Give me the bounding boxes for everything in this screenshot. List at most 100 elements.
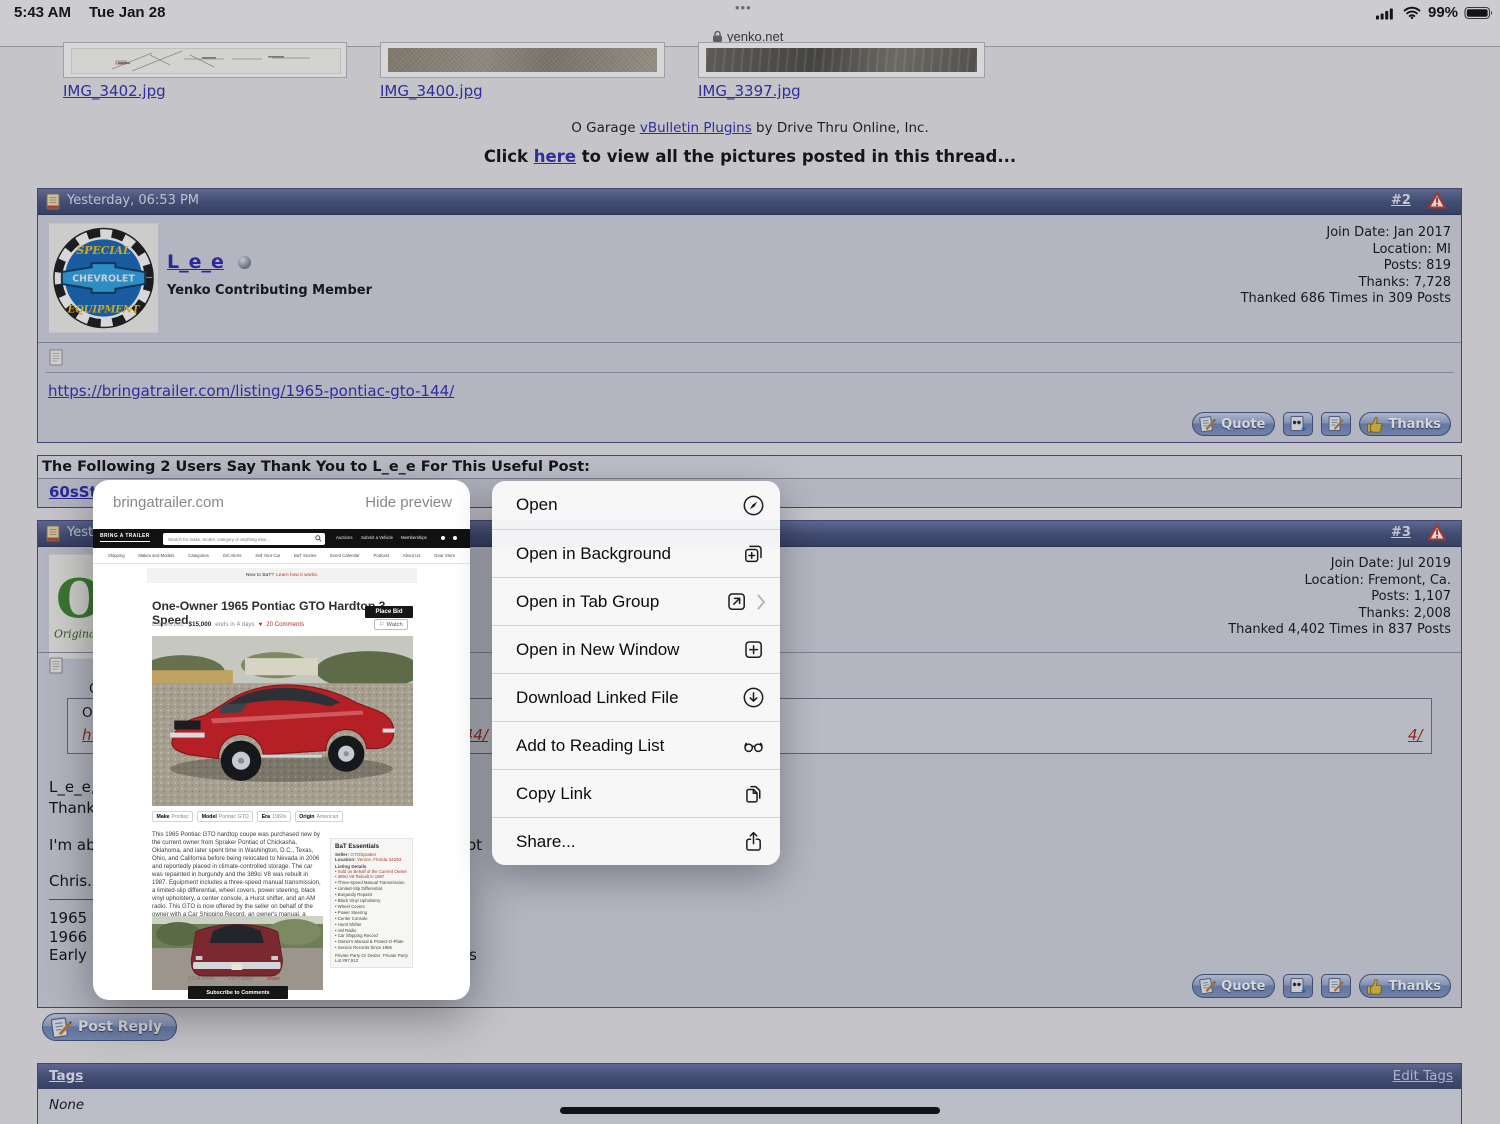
report-post-icon[interactable] <box>1428 192 1446 209</box>
menu-item-open-in-tab-group[interactable]: Open in Tab Group <box>492 577 780 625</box>
compass-icon <box>741 493 766 518</box>
tags-section: Tags Edit Tags None <box>37 1063 1462 1124</box>
bat-header-link: Submit a Vehicle <box>361 535 393 540</box>
post-timestamp: Yesterday, 06:53 PM <box>67 193 199 208</box>
quote-button[interactable]: Quote <box>1192 412 1275 436</box>
vbulletin-plugins-link[interactable]: vBulletin Plugins <box>640 120 752 136</box>
bat-header-link: Memberships <box>401 535 427 540</box>
report-post-icon[interactable] <box>1428 524 1446 541</box>
bat-place-bid-button: Place Bid <box>365 606 413 618</box>
hide-preview-button[interactable]: Hide preview <box>365 494 452 511</box>
quote-pen-icon <box>1198 977 1218 995</box>
menu-item-add-to-reading-list[interactable]: Add to Reading List <box>492 721 780 769</box>
plus-square-icon <box>741 637 766 662</box>
chevron-right-icon <box>757 594 766 610</box>
thumbs-up-icon <box>1365 415 1385 434</box>
divider <box>46 372 1454 373</box>
attachment-image-blueprint <box>71 48 341 74</box>
bat-subscribe-button: Subscribe to Comments <box>188 986 288 999</box>
bat-header-bar: BRING A TRAILER Auctions Submit a Vehicl… <box>93 529 470 548</box>
bat-header-link: Auctions <box>336 535 352 540</box>
signature-text: Early ( <box>49 946 98 964</box>
quote-button[interactable]: Quote <box>1192 974 1275 998</box>
multiquote-button[interactable] <box>1283 412 1313 436</box>
search-icon <box>315 535 322 542</box>
menu-item-open[interactable]: Open <box>492 481 780 529</box>
quick-reply-icon <box>1327 415 1345 433</box>
divider <box>38 342 1461 343</box>
bat-essentials-box: BaT Essentials Seller: GTOSpraker Locati… <box>330 838 413 968</box>
multiquote-icon <box>1289 977 1307 995</box>
attachment-link[interactable]: IMG_3402.jpg <box>63 82 166 100</box>
arrow-down-circle-icon <box>741 685 766 710</box>
attachment-thumbnail[interactable] <box>63 42 347 78</box>
thanking-user-link[interactable]: 60sSt <box>49 483 97 501</box>
garage-plugin-line: O Garage vBulletin Plugins by Drive Thru… <box>0 120 1500 136</box>
share-icon <box>741 829 766 854</box>
bat-notice-bar: New to BaT? Learn how it works. <box>147 568 417 583</box>
menu-item-open-in-background[interactable]: Open in Background <box>492 529 780 577</box>
post-2: Yesterday, 06:53 PM #2 SPECIAL EQUIPMENT C… <box>37 188 1462 443</box>
svg-text:EQUIPMENT: EQUIPMENT <box>67 305 140 316</box>
link-preview-card[interactable]: bringatrailer.com Hide preview BRING A T… <box>93 480 470 1000</box>
tags-header: Tags Edit Tags <box>38 1064 1461 1090</box>
signature-text: s <box>469 946 477 964</box>
bat-search-field <box>163 533 325 545</box>
plus-square-on-square-icon <box>741 541 766 566</box>
post-number-link[interactable]: #2 <box>1391 193 1411 208</box>
bat-watch-button: ⚐Watch <box>374 619 408 630</box>
quick-reply-icon <box>1327 977 1345 995</box>
user-title: Yenko Contributing Member <box>167 283 372 298</box>
menu-item-download-linked-file[interactable]: Download Linked File <box>492 673 780 721</box>
quoted-link-end[interactable]: 4/ <box>1408 726 1423 744</box>
attachment-thumbnail[interactable] <box>698 42 985 78</box>
post-reply-icon <box>49 1016 75 1039</box>
bat-search-input <box>166 534 310 545</box>
view-pictures-link[interactable]: here <box>534 147 576 166</box>
flag-icon: ⚐ <box>379 622 384 628</box>
attachment-image-metal <box>706 48 977 72</box>
username-link[interactable]: L_e_e <box>167 251 224 273</box>
multitask-dots-icon[interactable]: ••• <box>735 0 752 15</box>
heart-icon: ♥ <box>259 621 263 628</box>
preview-site-label: bringatrailer.com <box>113 494 224 511</box>
post-actions: Quote Thanks <box>1192 974 1451 998</box>
multiquote-button[interactable] <box>1283 974 1313 998</box>
post-reply-button[interactable]: Post Reply <box>42 1013 177 1041</box>
bat-tag-chips: MakePontiac ModelPontiac GTO Era1960s Or… <box>152 811 343 822</box>
post-icon <box>49 657 63 674</box>
bat-account-icon <box>453 536 457 540</box>
clock: 5:43 AM <box>14 4 71 21</box>
thanks-button[interactable]: Thanks <box>1359 412 1451 436</box>
quick-reply-button[interactable] <box>1321 974 1351 998</box>
tags-title-link[interactable]: Tags <box>49 1068 83 1084</box>
battery-percent: 99% <box>1428 4 1458 21</box>
thanks-button[interactable]: Thanks <box>1359 974 1451 998</box>
menu-item-open-in-new-window[interactable]: Open in New Window <box>492 625 780 673</box>
post-body-text: Thank <box>49 799 95 817</box>
edit-tags-link[interactable]: Edit Tags <box>1393 1068 1453 1084</box>
attachment-link[interactable]: IMG_3400.jpg <box>380 82 483 100</box>
attachment-thumbnail[interactable] <box>380 42 665 78</box>
home-indicator[interactable] <box>560 1107 940 1114</box>
doc-on-doc-icon <box>741 781 766 806</box>
svg-text:CHEVROLET: CHEVROLET <box>72 273 135 284</box>
bat-logo: BRING A TRAILER <box>100 533 150 542</box>
bat-footer-meta: 2,134 views Bid History Share <box>188 976 280 982</box>
post-body-link[interactable]: https://bringatrailer.com/listing/1965-p… <box>48 382 454 400</box>
tags-value: None <box>49 1097 84 1113</box>
ipad-screen: 5:43 AM Tue Jan 28 ••• 99% yenko.net IMG… <box>0 0 1500 1124</box>
arrow-up-right-square-icon <box>724 589 749 614</box>
post-body-text: Chris. <box>49 872 92 890</box>
online-status-icon <box>238 256 251 269</box>
post-status-icon <box>46 525 60 542</box>
svg-text:SPECIAL: SPECIAL <box>76 244 131 257</box>
attachment-link[interactable]: IMG_3397.jpg <box>698 82 801 100</box>
post-number-link[interactable]: #3 <box>1391 525 1411 540</box>
post-body-text: L_e_e, <box>49 778 96 796</box>
quick-reply-button[interactable] <box>1321 412 1351 436</box>
bat-meta-row: Current Bid: $15,000 ends in 4 days ♥ 20… <box>152 621 304 628</box>
avatar[interactable]: SPECIAL EQUIPMENT CHEVROLET <box>49 223 158 333</box>
menu-item-share[interactable]: Share... <box>492 817 780 865</box>
menu-item-copy-link[interactable]: Copy Link <box>492 769 780 817</box>
